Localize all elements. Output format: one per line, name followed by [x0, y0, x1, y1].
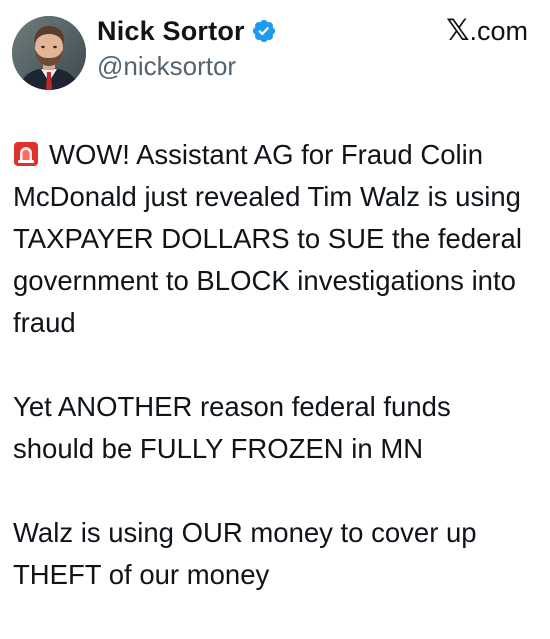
author-display-name[interactable]: Nick Sortor — [97, 16, 245, 46]
source-label[interactable]: 𝕏 .com — [446, 16, 528, 46]
author-handle[interactable]: @nicksortor — [97, 51, 236, 81]
siren-icon — [13, 137, 39, 166]
tweet-text: WOW! Assistant AG for Fraud Colin McDona… — [13, 134, 538, 596]
tweet-paragraph-text: WOW! Assistant AG for Fraud Colin McDona… — [13, 139, 522, 338]
tweet-paragraph: Yet ANOTHER reason federal funds should … — [13, 391, 451, 464]
source-domain-text: .com — [469, 16, 528, 46]
tweet-card: Nick Sortor @nicksortor 𝕏 .com WOW! Assis… — [0, 0, 550, 639]
avatar-image — [12, 16, 86, 90]
verified-badge-icon — [251, 18, 277, 44]
tweet-paragraph: WOW! Assistant AG for Fraud Colin McDona… — [13, 134, 538, 344]
tweet-paragraph: Walz is using OUR money to cover up THEF… — [13, 517, 477, 590]
avatar[interactable] — [12, 16, 86, 90]
x-logo-icon: 𝕏 — [446, 15, 470, 47]
author-name-row[interactable]: Nick Sortor — [97, 16, 277, 46]
